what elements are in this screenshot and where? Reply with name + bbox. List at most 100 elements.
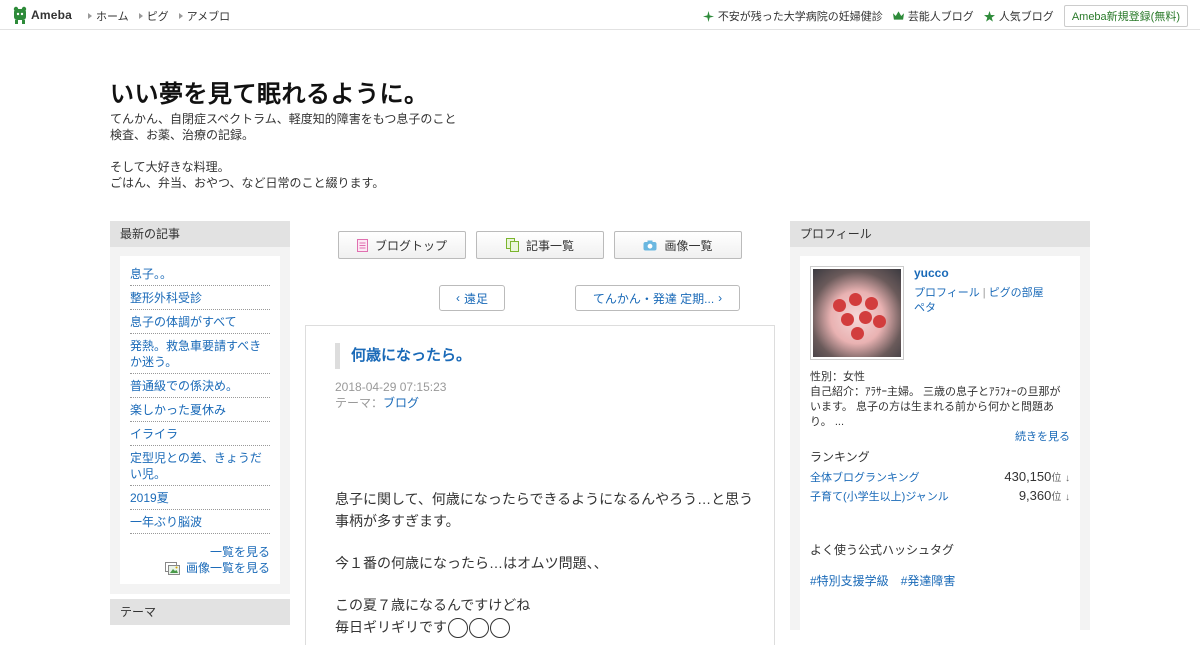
- image-list-icon: [164, 561, 180, 575]
- header-right-links: 不安が残った大学病院の妊婦健診 芸能人ブログ 人気ブログ Ameba新規登録(無…: [702, 5, 1188, 27]
- article-link[interactable]: 2019夏: [130, 491, 169, 505]
- genre-ranking-link[interactable]: 子育て(小学生以上)ジャンル: [810, 488, 949, 504]
- recent-more-links: 一覧を見る 画像一覧を見る: [130, 544, 270, 576]
- camera-icon: [643, 240, 657, 250]
- arrow-down-icon: ↓: [1065, 473, 1070, 484]
- article-link[interactable]: 楽しかった夏休み: [130, 403, 226, 417]
- theme-prefix: テーマ：: [335, 396, 384, 410]
- star-icon: [983, 10, 995, 22]
- profile-intro: 自己紹介：ｱﾗｻｰ主婦。 三歳の息子とｱﾗﾌｫｰの旦那がいます。 息子の方は生ま…: [810, 386, 1061, 428]
- theme-heading: テーマ: [110, 599, 290, 625]
- blog-description: てんかん、自閉症スペクトラム、軽度知的障害をもつ息子のこと 検査、お薬、治療の記…: [110, 112, 457, 190]
- nav-home[interactable]: ホーム: [88, 8, 129, 24]
- list-item: 整形外科受診: [130, 286, 270, 310]
- blog-nav-buttons: ブログトップ 記事一覧 画像一覧: [338, 231, 742, 259]
- article-link[interactable]: 発熱。救急車要請すべきか迷う。: [130, 339, 261, 369]
- ranking-value: 430,150: [1004, 469, 1052, 484]
- trending-topic-link[interactable]: 不安が残った大学病院の妊婦健診: [702, 8, 883, 24]
- list-more-link[interactable]: 一覧を見る: [210, 545, 270, 559]
- list-item: 発熱。救急車要請すべきか迷う。: [130, 334, 270, 374]
- triangle-right-icon: [88, 13, 92, 19]
- prev-article-button[interactable]: ‹ 遠足: [439, 285, 505, 311]
- profile-panel: yucco プロフィール | ピグの部屋 ペタ 性別：女性 自己紹介：ｱﾗｻｰ主婦。…: [790, 247, 1090, 630]
- article-link[interactable]: 普通級での係決め。: [130, 379, 238, 393]
- list-item: 2019夏: [130, 486, 270, 510]
- nav-ameblo[interactable]: アメブロ: [178, 8, 230, 24]
- register-button[interactable]: Ameba新規登録(無料): [1063, 5, 1188, 27]
- peta-link[interactable]: ペタ: [914, 302, 936, 314]
- list-item: イライラ: [130, 422, 270, 446]
- triangle-right-icon: [138, 13, 143, 19]
- triangle-right-icon: [178, 13, 183, 19]
- next-article-button[interactable]: てんかん・発達 定期... ›: [575, 285, 740, 311]
- article-link[interactable]: 一年ぶり脳波: [130, 515, 202, 529]
- article-link[interactable]: 息子。。: [130, 267, 172, 281]
- entry-date: 2018-04-29 07:15:23: [335, 380, 447, 394]
- chevron-right-icon: ›: [718, 291, 723, 305]
- profile-info: 性別：女性 自己紹介：ｱﾗｻｰ主婦。 三歳の息子とｱﾗﾌｫｰの旦那がいます。 息…: [810, 370, 1070, 445]
- entry-theme-link[interactable]: ブログ: [383, 396, 419, 410]
- right-sidebar: プロフィール yucco プロフィール | ピグの部屋 ペタ 性別：女性 自己紹…: [790, 221, 1090, 630]
- chevron-left-icon: ‹: [455, 291, 460, 305]
- entry-meta: 2018-04-29 07:15:23 テーマ：ブログ: [335, 379, 446, 411]
- profile-links: プロフィール | ピグの部屋 ペタ: [914, 287, 1044, 314]
- read-more-link[interactable]: 続きを見る: [1015, 431, 1070, 443]
- nav-pigg[interactable]: ピグ: [138, 8, 169, 24]
- profile-gender: 性別：女性: [810, 371, 865, 383]
- article-link[interactable]: 整形外科受診: [130, 291, 202, 305]
- crying-face-icon: [469, 618, 489, 639]
- global-header: Ameba ホーム ピグ アメブロ 不安が残った大学病院の妊婦健診 芸能人ブログ…: [0, 0, 1200, 30]
- ranking-row: 子育て(小学生以上)ジャンル 9,360位 ↓: [810, 488, 1070, 504]
- blog-top-button[interactable]: ブログトップ: [338, 231, 466, 259]
- list-item: 普通級での係決め。: [130, 374, 270, 398]
- article-link[interactable]: 息子の体調がすべて: [130, 315, 237, 329]
- profile-link[interactable]: プロフィール: [914, 287, 980, 299]
- article-link[interactable]: 定型児との差、きょうだい児。: [130, 451, 262, 481]
- logo-text: Ameba: [31, 8, 73, 22]
- blog-title[interactable]: いい夢を見て眠れるように。: [110, 74, 429, 109]
- hashtag-heading: よく使う公式ハッシュタグ: [810, 543, 955, 557]
- article-link[interactable]: イライラ: [130, 427, 178, 441]
- arrow-down-icon: ↓: [1065, 492, 1070, 503]
- image-list-button[interactable]: 画像一覧: [614, 231, 742, 259]
- profile-name[interactable]: yucco: [914, 266, 949, 280]
- avatar[interactable]: [810, 266, 904, 360]
- global-nav: ホーム ピグ アメブロ: [88, 8, 230, 24]
- ameba-mascot-icon: [12, 6, 28, 24]
- recent-articles-list: 息子。。 整形外科受診 息子の体調がすべて 発熱。救急車要請すべきか迷う。 普通…: [130, 262, 270, 534]
- hashtag-link[interactable]: #発達障害: [901, 572, 956, 589]
- profile-inner: yucco プロフィール | ピグの部屋 ペタ 性別：女性 自己紹介：ｱﾗｻｰ主婦。…: [800, 256, 1080, 630]
- crying-face-icon: [490, 618, 510, 639]
- pigg-room-link[interactable]: ピグの部屋: [989, 287, 1044, 299]
- entry-body: 息子に関して、何歳になったらできるようになるんやろう…と思う事柄が多すぎます。 …: [335, 488, 755, 639]
- crying-face-icon: [448, 618, 468, 639]
- copy-icon: [505, 238, 519, 252]
- entry-title[interactable]: 何歳になったら。: [335, 343, 471, 369]
- list-item: 息子。。: [130, 262, 270, 286]
- entry-paragraph: 今１番の何歳になったら…はオムツ問題、、: [335, 555, 608, 571]
- recent-articles-inner: 息子。。 整形外科受診 息子の体調がすべて 発熱。救急車要請すべきか迷う。 普通…: [120, 256, 280, 584]
- overall-ranking-link[interactable]: 全体ブログランキング: [810, 469, 920, 485]
- hashtag-list: #特別支援学級 #発達障害: [810, 572, 955, 589]
- ranking-value: 9,360: [1018, 488, 1052, 503]
- left-sidebar: 最新の記事 息子。。 整形外科受診 息子の体調がすべて 発熱。救急車要請すべきか…: [110, 221, 290, 594]
- image-list-more-link[interactable]: 画像一覧を見る: [186, 560, 270, 576]
- article-list-button[interactable]: 記事一覧: [476, 231, 604, 259]
- popular-blog-link[interactable]: 人気ブログ: [983, 8, 1054, 24]
- ameba-logo[interactable]: Ameba: [12, 6, 72, 24]
- entry-paragraph: 息子に関して、何歳になったらできるようになるんやろう…と思う事柄が多すぎます。: [335, 491, 754, 529]
- list-item: 楽しかった夏休み: [130, 398, 270, 422]
- celebrity-blog-link[interactable]: 芸能人ブログ: [892, 8, 974, 24]
- list-item: 息子の体調がすべて: [130, 310, 270, 334]
- cake-photo: [813, 269, 901, 357]
- entry-paragraph: この夏７歳になるんですけどね: [335, 597, 531, 613]
- recent-articles-panel: 息子。。 整形外科受診 息子の体調がすべて 発熱。救急車要請すべきか迷う。 普通…: [110, 247, 290, 594]
- sparkle-icon: [702, 10, 714, 22]
- recent-articles-heading: 最新の記事: [110, 221, 290, 247]
- profile-heading: プロフィール: [790, 221, 1090, 247]
- article-entry: 何歳になったら。 2018-04-29 07:15:23 テーマ：ブログ 息子に…: [305, 325, 775, 645]
- crown-icon: [892, 11, 904, 20]
- hashtag-link[interactable]: #特別支援学級: [810, 572, 889, 589]
- ranking-row: 全体ブログランキング 430,150位 ↓: [810, 469, 1070, 485]
- list-item: 定型児との差、きょうだい児。: [130, 446, 270, 486]
